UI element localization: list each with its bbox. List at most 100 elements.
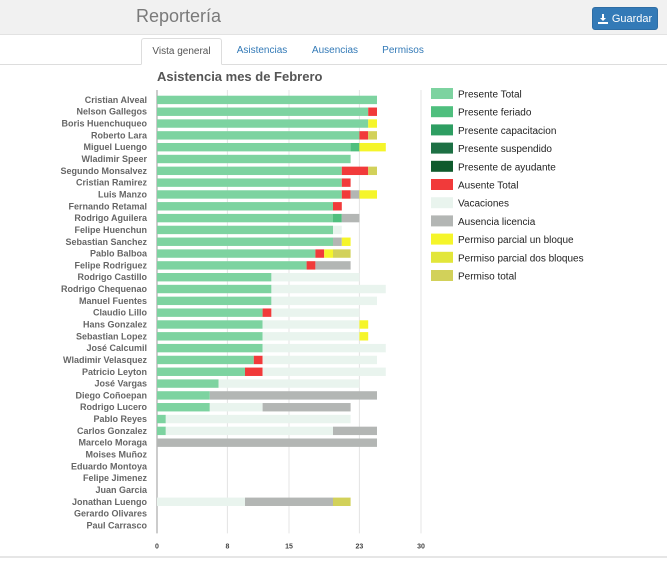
category-label: Wladimir Speer <box>81 154 147 164</box>
bar-segment <box>315 249 325 258</box>
legend-swatch <box>431 160 453 172</box>
legend-label: Ausencia licencia <box>458 217 536 228</box>
legend-label: Presente suspendido <box>458 144 552 155</box>
bar-segment <box>271 308 360 317</box>
chart-svg: Asistencia mes de Febrero 0 8 15 23 30 Cristia… <box>60 69 583 550</box>
bar-segment <box>315 261 351 270</box>
bar-segment <box>359 190 377 199</box>
legend-swatch <box>431 106 453 118</box>
bar-segment <box>368 107 377 116</box>
category-label: Gerardo Olivares <box>74 509 147 519</box>
legend-swatch <box>431 251 453 263</box>
legend-swatch <box>431 179 453 190</box>
category-label: Moises Muñoz <box>85 450 147 460</box>
bar-segment <box>262 367 386 376</box>
category-label: Felipe Rodriguez <box>74 260 147 270</box>
page-title: Reportería <box>136 6 222 26</box>
category-label: Rodrigo Lucero <box>80 402 148 412</box>
bar-segment <box>262 308 272 317</box>
category-label: Carlos Gonzalez <box>77 426 148 436</box>
legend-label: Presente de ayudante <box>458 162 556 173</box>
bar-segment <box>157 154 351 164</box>
bar-segment <box>157 343 263 353</box>
bar-segment <box>359 332 369 341</box>
footer-divider <box>0 556 667 558</box>
bar-segment <box>341 237 351 246</box>
category-label: Juan Garcia <box>95 485 148 495</box>
bar-segment <box>157 497 245 506</box>
category-label: Eduardo Montoya <box>71 461 148 471</box>
category-label: Miguel Luengo <box>84 142 148 152</box>
bar-segment <box>157 261 307 270</box>
category-label: Rodrigo Aguilera <box>74 213 148 223</box>
bar-segment <box>157 379 219 388</box>
bar-segment <box>306 261 316 270</box>
category-label: Segundo Monsalvez <box>60 166 147 176</box>
bar-segment <box>253 355 263 365</box>
bar-segment <box>333 213 342 223</box>
bar-segment <box>157 237 333 246</box>
category-label: Marcelo Moraga <box>78 438 148 448</box>
bar-segment <box>157 202 333 211</box>
bar-segment <box>157 107 369 116</box>
bar-segment <box>262 355 377 365</box>
bar-segment <box>271 273 360 282</box>
top-bar: Reportería Guardar <box>0 0 667 35</box>
bar-segment <box>341 166 369 176</box>
bar-segment <box>368 131 377 140</box>
legend-label: Presente capacitacion <box>458 126 556 137</box>
attendance-chart: Asistencia mes de Febrero 0 8 15 23 30 Cristia… <box>0 64 667 554</box>
bar-segment <box>333 426 377 436</box>
category-label: Sebastian Sanchez <box>65 237 147 247</box>
legend-label: Permiso total <box>458 272 516 283</box>
download-icon <box>597 13 608 24</box>
bar-segment <box>359 142 386 152</box>
bar-segment <box>271 296 377 306</box>
tab-ausencias[interactable]: Ausencias <box>305 38 365 64</box>
x-tick-label: 23 <box>356 543 364 550</box>
category-label: Pablo Reyes <box>93 414 147 424</box>
bar-segment <box>359 131 369 140</box>
legend-label: Permiso parcial un bloque <box>458 235 574 246</box>
bar-segment <box>157 249 316 258</box>
tab-permisos[interactable]: Permisos <box>374 38 432 64</box>
legend-swatch <box>431 124 453 136</box>
tab-asistencias[interactable]: Asistencias <box>228 38 296 64</box>
bar-segment <box>157 308 263 317</box>
bar-segment <box>157 284 272 294</box>
bar-segment <box>333 225 342 235</box>
bar-segment <box>157 225 333 235</box>
bar-segment <box>368 166 377 176</box>
bar-segment <box>333 497 351 506</box>
save-button[interactable]: Guardar <box>592 7 658 30</box>
bar-segment <box>165 414 351 424</box>
category-label: Rodrigo Castillo <box>78 272 148 282</box>
legend-swatch <box>431 270 453 281</box>
category-label: José Vargas <box>94 379 147 389</box>
bar-segment <box>209 403 263 412</box>
x-tick-label: 8 <box>225 543 229 550</box>
category-label: Fernando Retamal <box>68 201 147 211</box>
legend-swatch <box>431 215 453 227</box>
bar-segment <box>209 391 377 400</box>
category-label: Claudio Lillo <box>93 308 147 318</box>
bar-segment <box>157 403 210 412</box>
legend-label: Presente feriado <box>458 108 532 119</box>
bar-segment <box>157 178 342 187</box>
legend-swatch <box>431 142 453 154</box>
bar-segment <box>218 379 360 388</box>
bar-segment <box>165 426 333 436</box>
bar-segment <box>368 119 377 128</box>
x-tick-label: 15 <box>285 543 293 550</box>
category-label: Roberto Lara <box>91 130 148 140</box>
category-label: Diego Coñoepan <box>76 390 148 400</box>
tab-vista-general[interactable]: Vista general <box>141 38 222 65</box>
category-label: Luis Manzo <box>98 189 148 199</box>
bar-segment <box>245 497 333 506</box>
category-label: Cristian Ramirez <box>76 178 148 188</box>
bar-segment <box>157 95 377 105</box>
bar-segment <box>341 190 351 199</box>
bar-segment <box>157 332 263 341</box>
bar-segment <box>333 202 342 211</box>
x-tick-label: 0 <box>155 543 159 550</box>
